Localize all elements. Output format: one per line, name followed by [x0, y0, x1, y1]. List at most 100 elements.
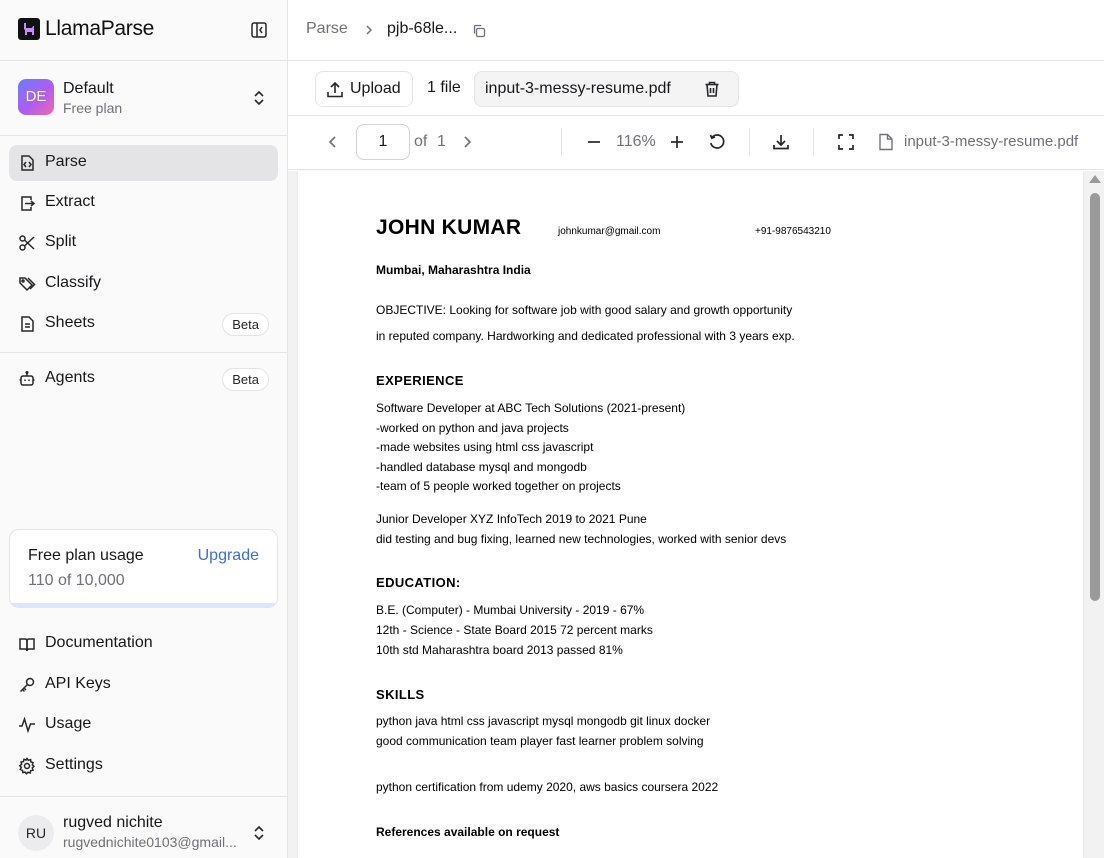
nav-label: Settings — [45, 756, 103, 773]
pdf-toolbar: 1 of 1 116% input-3-messy-resume.pdf — [288, 117, 1104, 170]
experience-line: -worked on python and java projects — [376, 421, 569, 435]
zoom-in-icon[interactable] — [669, 134, 685, 150]
upload-button[interactable]: Upload — [315, 71, 413, 107]
bot-icon — [19, 370, 35, 386]
trash-icon[interactable] — [703, 80, 721, 98]
resume-objective-line: in reputed company. Hardworking and dedi… — [376, 329, 795, 343]
page-number-input[interactable]: 1 — [356, 124, 410, 160]
upgrade-link[interactable]: Upgrade — [198, 547, 259, 565]
nav-item-documentation[interactable]: Documentation — [9, 626, 278, 662]
user-menu[interactable]: RU rugved nichite rugvednichite0103@gmai… — [0, 796, 287, 858]
nav-label: Agents — [45, 369, 95, 386]
file-icon — [879, 133, 893, 151]
org-switcher[interactable]: DE Default Free plan — [0, 62, 287, 136]
org-plan: Free plan — [63, 100, 123, 116]
user-email: rugvednichite0103@gmail... — [63, 834, 237, 850]
chevron-up-down-icon — [254, 825, 264, 841]
file-count: 1 file — [427, 79, 461, 96]
nav-item-sheets[interactable]: Sheets Beta — [9, 306, 278, 342]
nav-item-usage[interactable]: Usage — [9, 707, 278, 743]
copy-icon[interactable] — [472, 24, 486, 38]
gear-icon — [18, 757, 36, 775]
usage-progress-bar — [10, 603, 277, 607]
app-name[interactable]: LlamaParse — [45, 17, 154, 41]
tags-icon — [19, 277, 36, 292]
nav-label: API Keys — [45, 675, 111, 692]
page-of-label: of — [414, 133, 428, 150]
viewer-file-name: input-3-messy-resume.pdf — [904, 133, 1079, 150]
activity-icon — [19, 716, 35, 734]
nav-divider — [0, 352, 287, 353]
zoom-out-icon[interactable] — [586, 134, 602, 150]
experience-heading: EXPERIENCE — [376, 373, 464, 388]
scroll-up-icon[interactable] — [1089, 175, 1101, 183]
zoom-level: 116% — [616, 133, 656, 150]
nav-label: Parse — [45, 153, 87, 170]
chevron-up-down-icon — [254, 90, 264, 106]
scissors-icon — [19, 235, 35, 251]
experience-line: Junior Developer XYZ InfoTech 2019 to 20… — [376, 512, 647, 526]
experience-line: did testing and bug fixing, learned new … — [376, 532, 787, 546]
skills-line: good communication team player fast lear… — [376, 734, 704, 748]
certifications-line: python certification from udemy 2020, aw… — [376, 780, 719, 794]
pdf-page: JOHN KUMAR johnkumar@gmail.com +91-98765… — [298, 171, 1083, 858]
resume-location: Mumbai, Maharashtra India — [376, 263, 531, 277]
usage-count: 110 of 10,000 — [28, 572, 125, 589]
nav-item-classify[interactable]: Classify — [9, 266, 278, 302]
nav-label: Documentation — [45, 634, 153, 651]
education-line: B.E. (Computer) - Mumbai University - 20… — [376, 603, 645, 617]
experience-line: -handled database mysql and mongodb — [376, 460, 587, 474]
upload-label: Upload — [350, 80, 401, 97]
toolbar-divider — [561, 128, 562, 156]
resume-email: johnkumar@gmail.com — [558, 226, 661, 237]
org-avatar: DE — [18, 79, 54, 115]
parse-icon — [21, 155, 34, 171]
nav-item-settings[interactable]: Settings — [9, 748, 278, 784]
extract-icon — [21, 196, 36, 211]
beta-badge: Beta — [222, 313, 269, 336]
pdf-viewport[interactable]: JOHN KUMAR johnkumar@gmail.com +91-98765… — [288, 171, 1104, 858]
main-panel: Parse pjb-68le... Upload 1 file input-3-… — [288, 0, 1104, 858]
fullscreen-icon[interactable] — [837, 133, 855, 151]
nav-label: Classify — [45, 274, 102, 291]
rotate-icon[interactable] — [708, 133, 726, 151]
resume-phone: +91-9876543210 — [755, 226, 831, 237]
pdf-scrollbar[interactable] — [1086, 171, 1104, 858]
skills-line: python java html css javascript mysql mo… — [376, 714, 711, 728]
sheet-icon — [21, 316, 34, 332]
key-icon — [19, 677, 35, 693]
nav-item-split[interactable]: Split — [9, 225, 278, 261]
org-name: Default — [63, 80, 114, 97]
nav-item-parse[interactable]: Parse — [9, 145, 278, 181]
file-bar: Upload 1 file input-3-messy-resume.pdf — [288, 62, 1104, 116]
nav-label: Extract — [45, 193, 95, 210]
breadcrumb-job-id: pjb-68le... — [387, 20, 458, 37]
skills-heading: SKILLS — [376, 687, 425, 702]
nav-label: Usage — [45, 715, 92, 732]
download-icon[interactable] — [772, 133, 790, 151]
experience-line: -team of 5 people worked together on pro… — [376, 479, 621, 493]
beta-badge: Beta — [222, 368, 269, 391]
file-chip[interactable]: input-3-messy-resume.pdf — [474, 71, 739, 107]
toolbar-divider — [749, 128, 750, 156]
usage-card: Free plan usage 110 of 10,000 Upgrade — [9, 529, 278, 608]
file-chip-name: input-3-messy-resume.pdf — [485, 80, 671, 97]
next-page-icon[interactable] — [462, 135, 472, 149]
upload-icon — [327, 81, 343, 98]
breadcrumb-parse[interactable]: Parse — [306, 20, 348, 38]
scroll-thumb[interactable] — [1090, 193, 1100, 601]
sidebar-collapse-icon[interactable] — [250, 21, 268, 39]
nav-item-extract[interactable]: Extract — [9, 185, 278, 221]
nav-label: Split — [45, 233, 77, 250]
page-total: 1 — [437, 133, 446, 150]
resume-name: JOHN KUMAR — [376, 216, 522, 239]
previous-page-icon[interactable] — [328, 135, 338, 149]
nav-item-agents[interactable]: Agents Beta — [9, 361, 278, 397]
nav-item-api-keys[interactable]: API Keys — [9, 667, 278, 703]
chevron-right-icon — [366, 25, 373, 35]
user-avatar: RU — [18, 815, 54, 851]
resume-objective-line: OBJECTIVE: Looking for software job with… — [376, 303, 793, 317]
usage-title: Free plan usage — [28, 547, 144, 564]
toolbar-divider — [813, 128, 814, 156]
user-name: rugved nichite — [63, 814, 163, 831]
